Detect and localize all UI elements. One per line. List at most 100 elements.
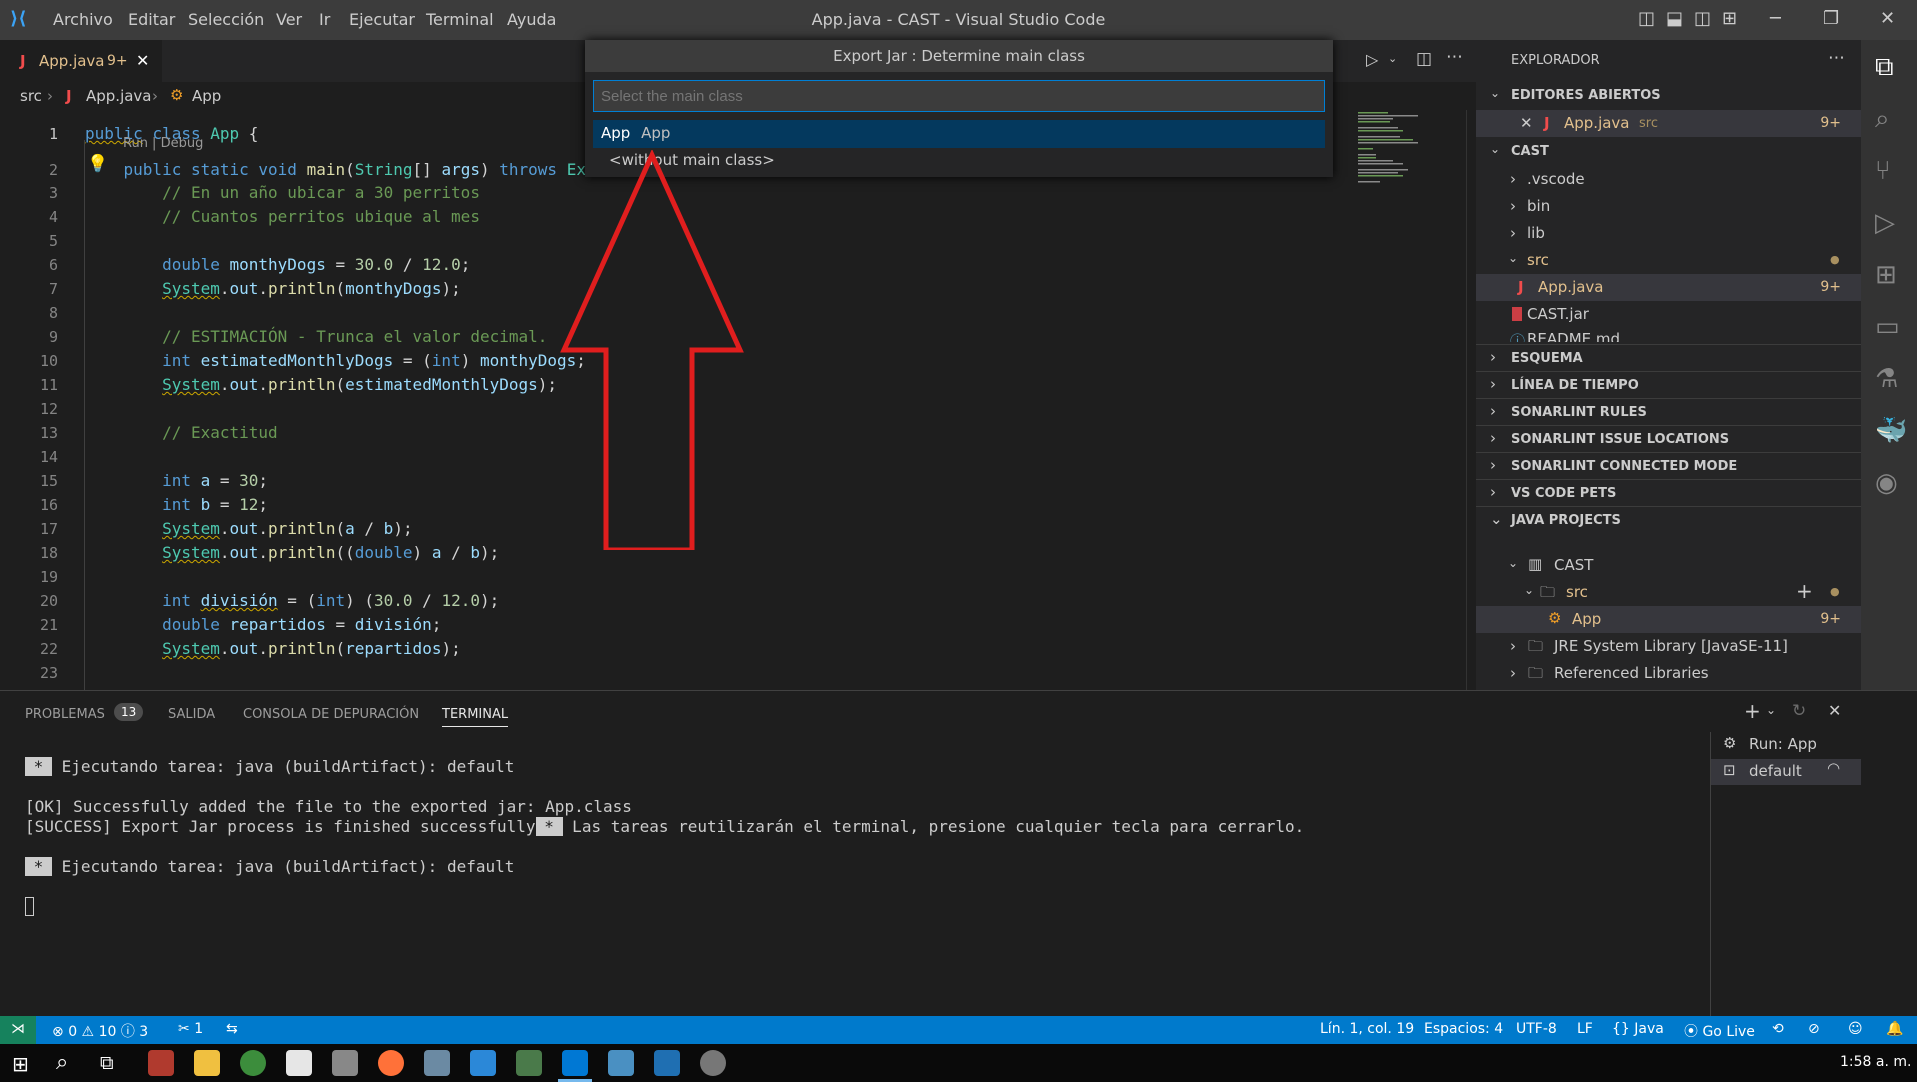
menu-seleccion[interactable]: Selección — [188, 10, 264, 29]
chevron-down-icon[interactable]: ⌄ — [1766, 703, 1776, 717]
source-control-icon[interactable]: ⑂ — [1875, 156, 1891, 186]
terminal-default[interactable]: ⊡ default ◠ — [1711, 759, 1861, 785]
app-icon-7[interactable] — [654, 1050, 680, 1076]
new-terminal-icon[interactable]: + — [1744, 699, 1761, 723]
add-icon[interactable]: + — [1796, 579, 1813, 603]
terminal-cursor[interactable] — [25, 897, 34, 916]
testing-icon[interactable]: ⚗ — [1875, 364, 1898, 394]
section-sonarlint-rules[interactable]: › SONARLINT RULES — [1476, 398, 1861, 425]
eye-off-icon[interactable]: ⊘ — [1808, 1021, 1820, 1037]
tree-item-src[interactable]: ⌄ src ● — [1476, 247, 1861, 274]
editor-scrollbar[interactable] — [1466, 110, 1476, 690]
tree-item-app-java[interactable]: J App.java 9+ — [1476, 274, 1861, 301]
vscode-taskbar-icon[interactable] — [562, 1050, 588, 1076]
minimap[interactable] — [1354, 110, 1474, 190]
menu-ir[interactable]: Ir — [319, 10, 330, 29]
breadcrumb-symbol[interactable]: App — [192, 87, 221, 105]
section-workspace[interactable]: ⌄ CAST — [1476, 138, 1861, 165]
toggle-panel-icon[interactable]: ⬓ — [1666, 8, 1683, 29]
extensions-icon[interactable]: ⊞ — [1875, 260, 1897, 290]
ports-indicator[interactable]: ✂ 1 — [178, 1021, 203, 1037]
section-sonarlint-issue-locations[interactable]: › SONARLINT ISSUE LOCATIONS — [1476, 425, 1861, 452]
sonarlint-icon[interactable]: ◉ — [1875, 468, 1898, 498]
menu-ver[interactable]: Ver — [276, 10, 302, 29]
jp-item-src[interactable]: ⌄ 🗀 src + ● — [1476, 579, 1861, 606]
close-panel-icon[interactable]: ✕ — [1828, 701, 1841, 720]
firefox-icon[interactable] — [378, 1050, 404, 1076]
toggle-sidebar-icon[interactable]: ◫ — [1638, 8, 1655, 29]
split-editor-icon[interactable]: ◫ — [1416, 49, 1432, 69]
windows-start-icon[interactable]: ⊞ — [12, 1052, 29, 1076]
jp-item-app[interactable]: ⚙ App 9+ — [1476, 606, 1861, 633]
section-java-projects[interactable]: ⌄ JAVA PROJECTS — [1476, 506, 1861, 533]
notifications-bell-icon[interactable]: 🔔 — [1886, 1021, 1903, 1037]
more-actions-icon[interactable]: ⋯ — [1446, 47, 1463, 67]
toggle-secondary-icon[interactable]: ◫ — [1694, 8, 1711, 29]
remote-icon[interactable]: ⋊ — [0, 1016, 36, 1044]
go-live-button[interactable]: ⦿ Go Live — [1684, 1021, 1755, 1041]
run-icon[interactable]: ▷ — [1366, 50, 1378, 69]
minimize-icon[interactable]: ─ — [1770, 8, 1781, 29]
layout-icon[interactable]: ⊞ — [1722, 8, 1737, 29]
search-icon[interactable]: ⌕ — [56, 1050, 68, 1075]
sync-icon[interactable]: ⟲ — [1772, 1021, 1784, 1037]
tree-item-vscode[interactable]: › .vscode — [1476, 166, 1861, 193]
option-app[interactable]: App App — [593, 120, 1325, 148]
file-explorer-icon[interactable] — [194, 1050, 220, 1076]
tree-item-bin[interactable]: › bin — [1476, 193, 1861, 220]
codelens-run-debug[interactable]: Run | Debug — [123, 136, 203, 151]
search-icon[interactable]: ⌕ — [1875, 104, 1890, 135]
breadcrumb-file[interactable]: App.java — [86, 87, 152, 105]
section-open-editors[interactable]: ⌄ EDITORES ABIERTOS — [1476, 82, 1861, 109]
menu-ejecutar[interactable]: Ejecutar — [349, 10, 415, 29]
more-actions-icon[interactable]: ⋯ — [1828, 48, 1845, 68]
tab-consola-depuracion[interactable]: CONSOLA DE DEPURACIÓN — [243, 707, 419, 722]
tree-item-lib[interactable]: › lib — [1476, 220, 1861, 247]
mail-icon[interactable] — [470, 1050, 496, 1076]
app-icon-3[interactable] — [332, 1050, 358, 1076]
app-icon-6[interactable] — [608, 1050, 634, 1076]
task-view-icon[interactable]: ⧉ — [100, 1052, 114, 1074]
menu-terminal[interactable]: Terminal — [426, 10, 494, 29]
menu-archivo[interactable]: Archivo — [53, 10, 113, 29]
app-icon-1[interactable] — [148, 1050, 174, 1076]
app-icon-8[interactable] — [700, 1050, 726, 1076]
close-window-icon[interactable]: ✕ — [1880, 8, 1895, 29]
indentation[interactable]: Espacios: 4 — [1424, 1021, 1503, 1037]
restore-icon[interactable]: ❐ — [1823, 8, 1839, 29]
encoding[interactable]: UTF-8 — [1516, 1021, 1557, 1037]
tab-problemas[interactable]: PROBLEMAS — [25, 707, 105, 722]
app-icon-2[interactable] — [286, 1050, 312, 1076]
errors-indicator[interactable]: ⊗ 0 ⚠ 10 ⓘ 3 — [52, 1021, 148, 1041]
language-mode[interactable]: {} Java — [1612, 1021, 1664, 1037]
menu-ayuda[interactable]: Ayuda — [507, 10, 556, 29]
open-editor-item[interactable]: ✕ J App.java src 9+ — [1476, 110, 1861, 137]
lightbulb-icon[interactable]: 💡 — [87, 154, 108, 174]
docker-icon[interactable]: 🐳 — [1875, 416, 1907, 446]
menu-editar[interactable]: Editar — [128, 10, 175, 29]
section-sonarlint-connected-mode[interactable]: › SONARLINT CONNECTED MODE — [1476, 452, 1861, 479]
close-icon[interactable]: ✕ — [1520, 114, 1533, 132]
close-tab-icon[interactable]: ✕ — [136, 51, 149, 70]
run-debug-icon[interactable]: ▷ — [1875, 208, 1895, 238]
cursor-position[interactable]: Lín. 1, col. 19 — [1320, 1021, 1414, 1037]
app-icon-5[interactable] — [516, 1050, 542, 1076]
section-l-nea-de-tiempo[interactable]: › LÍNEA DE TIEMPO — [1476, 371, 1861, 398]
tree-item-cast-jar[interactable]: CAST.jar — [1476, 301, 1861, 328]
jp-item-cast[interactable]: ⌄ ▥ CAST — [1476, 552, 1861, 579]
terminal-run-app[interactable]: ⚙ Run: App — [1711, 732, 1861, 758]
feedback-icon[interactable]: ☺ — [1848, 1021, 1863, 1037]
tree-item-readme[interactable]: ⓘ README.md — [1476, 328, 1861, 342]
live-share-icon[interactable]: ⇆ — [226, 1021, 238, 1037]
main-class-input[interactable] — [593, 80, 1325, 112]
tab-terminal[interactable]: TERMINAL — [442, 707, 509, 727]
tab-salida[interactable]: SALIDA — [168, 707, 215, 722]
jp-item-referenced[interactable]: › 🗀 Referenced Libraries — [1476, 660, 1861, 687]
chrome-icon[interactable] — [240, 1050, 266, 1076]
breadcrumb-folder[interactable]: src — [20, 87, 42, 105]
section-vs-code-pets[interactable]: › VS CODE PETS — [1476, 479, 1861, 506]
remote-explorer-icon[interactable]: ▭ — [1875, 312, 1900, 342]
tab-app-java[interactable]: J App.java 9+ ✕ — [0, 40, 162, 82]
end-of-line[interactable]: LF — [1577, 1021, 1593, 1037]
jp-item-jre[interactable]: › 🗀 JRE System Library [JavaSE-11] — [1476, 633, 1861, 660]
